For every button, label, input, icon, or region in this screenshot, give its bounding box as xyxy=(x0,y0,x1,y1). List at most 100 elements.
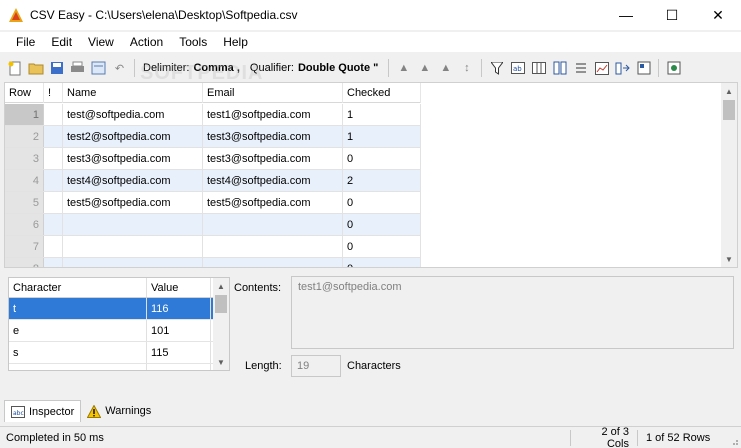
tab-inspector[interactable]: abc Inspector xyxy=(4,400,82,422)
name-cell[interactable]: test3@softpedia.com xyxy=(63,148,203,170)
header-email[interactable]: Email xyxy=(203,83,343,103)
split-column-icon[interactable] xyxy=(551,60,568,77)
table-row[interactable]: 8 0 xyxy=(5,258,722,267)
print-preview-icon[interactable] xyxy=(90,60,107,77)
row-number[interactable]: 7 xyxy=(5,236,44,257)
header-warning[interactable]: ! xyxy=(44,83,63,103)
email-cell[interactable]: test3@softpedia.com xyxy=(203,126,343,148)
grid-scrollbar[interactable]: ▲ ▼ xyxy=(721,83,737,267)
row-number[interactable]: 6 xyxy=(5,214,44,235)
row-number[interactable]: 1 xyxy=(5,104,44,125)
scroll-up-icon[interactable]: ▲ xyxy=(721,83,737,99)
table-row[interactable]: 2 test2@softpedia.com test3@softpedia.co… xyxy=(5,126,722,148)
email-cell[interactable] xyxy=(203,214,343,236)
warning-cell[interactable] xyxy=(44,236,63,258)
email-cell[interactable]: test3@softpedia.com xyxy=(203,148,343,170)
warning-cell[interactable] xyxy=(44,170,63,192)
row-number[interactable]: 3 xyxy=(5,148,44,169)
header-checked[interactable]: Checked xyxy=(343,83,421,103)
columns-icon[interactable] xyxy=(530,60,547,77)
warning-cell[interactable] xyxy=(44,148,63,170)
print-icon[interactable] xyxy=(69,60,86,77)
resize-grip-icon[interactable] xyxy=(729,436,739,446)
close-button[interactable]: ✕ xyxy=(695,0,741,30)
table-row[interactable]: 5 test5@softpedia.com test5@softpedia.co… xyxy=(5,192,722,214)
scroll-thumb[interactable] xyxy=(215,295,227,313)
email-cell[interactable]: test5@softpedia.com xyxy=(203,192,343,214)
list-item[interactable]: s 115 xyxy=(9,342,229,364)
email-cell[interactable] xyxy=(203,236,343,258)
tab-warnings[interactable]: Warnings xyxy=(81,400,157,422)
save-icon[interactable] xyxy=(48,60,65,77)
filter-icon[interactable] xyxy=(488,60,505,77)
row-number[interactable]: 8 xyxy=(5,258,44,267)
replace-icon[interactable]: ab xyxy=(509,60,526,77)
table-row[interactable]: 7 0 xyxy=(5,236,722,258)
length-field[interactable]: 19 xyxy=(291,355,341,377)
checked-cell[interactable]: 0 xyxy=(343,258,421,267)
menu-edit[interactable]: Edit xyxy=(43,32,80,52)
header-name[interactable]: Name xyxy=(63,83,203,103)
warning-cell[interactable] xyxy=(44,214,63,236)
email-cell[interactable] xyxy=(203,258,343,267)
menu-help[interactable]: Help xyxy=(215,32,256,52)
open-folder-icon[interactable] xyxy=(27,60,44,77)
data-grid[interactable]: Row ! Name Email Checked 1 test@softpedi… xyxy=(4,82,738,268)
contents-field[interactable]: test1@softpedia.com xyxy=(291,276,734,349)
menu-action[interactable]: Action xyxy=(122,32,171,52)
checked-cell[interactable]: 0 xyxy=(343,236,421,258)
checked-cell[interactable]: 0 xyxy=(343,148,421,170)
list-item[interactable]: t 116 xyxy=(9,298,229,320)
checked-cell[interactable]: 1 xyxy=(343,104,421,126)
scroll-thumb[interactable] xyxy=(723,100,735,120)
list-item[interactable]: e 101 xyxy=(9,320,229,342)
character-table-scrollbar[interactable]: ▲ ▼ xyxy=(213,278,229,370)
warning-cell[interactable] xyxy=(44,126,63,148)
checked-cell[interactable]: 2 xyxy=(343,170,421,192)
table-row[interactable]: 4 test4@softpedia.com test4@softpedia.co… xyxy=(5,170,722,192)
checked-cell[interactable]: 1 xyxy=(343,126,421,148)
minimize-button[interactable]: — xyxy=(603,0,649,30)
chart-icon[interactable] xyxy=(593,60,610,77)
row-number[interactable]: 4 xyxy=(5,170,44,191)
name-cell[interactable]: test2@softpedia.com xyxy=(63,126,203,148)
scroll-down-icon[interactable]: ▼ xyxy=(213,354,229,370)
delimiter-value[interactable]: Comma , xyxy=(193,62,239,74)
row-number[interactable]: 2 xyxy=(5,126,44,147)
name-cell[interactable]: test@softpedia.com xyxy=(63,104,203,126)
new-file-icon[interactable] xyxy=(6,60,23,77)
table-row[interactable]: 3 test3@softpedia.com test3@softpedia.co… xyxy=(5,148,722,170)
menu-tools[interactable]: Tools xyxy=(171,32,215,52)
checked-cell[interactable]: 0 xyxy=(343,214,421,236)
name-cell[interactable] xyxy=(63,236,203,258)
warning-cell[interactable] xyxy=(44,104,63,126)
maximize-button[interactable]: ☐ xyxy=(649,0,695,30)
merge-icon[interactable] xyxy=(614,60,631,77)
warning-cell[interactable] xyxy=(44,192,63,214)
table-row[interactable]: 6 0 xyxy=(5,214,722,236)
name-cell[interactable]: test4@softpedia.com xyxy=(63,170,203,192)
scroll-down-icon[interactable]: ▼ xyxy=(721,251,737,267)
header-value[interactable]: Value xyxy=(147,278,211,297)
sort-multi-icon[interactable]: ▲ xyxy=(437,60,454,77)
email-cell[interactable]: test1@softpedia.com xyxy=(203,104,343,126)
qualifier-value[interactable]: Double Quote " xyxy=(298,62,378,74)
header-row[interactable]: Row xyxy=(5,83,44,103)
header-character[interactable]: Character xyxy=(9,278,147,297)
menu-file[interactable]: File xyxy=(0,32,43,52)
sort-columns-icon[interactable]: ↕ xyxy=(458,60,475,77)
settings-icon[interactable] xyxy=(665,60,682,77)
row-number[interactable]: 5 xyxy=(5,192,44,213)
sort-asc-icon[interactable]: ▲ xyxy=(395,60,412,77)
name-cell[interactable] xyxy=(63,214,203,236)
table-row[interactable]: 1 test@softpedia.com test1@softpedia.com… xyxy=(5,104,722,126)
name-cell[interactable] xyxy=(63,258,203,267)
export-icon[interactable] xyxy=(635,60,652,77)
list-icon[interactable] xyxy=(572,60,589,77)
scroll-up-icon[interactable]: ▲ xyxy=(213,278,229,294)
checked-cell[interactable]: 0 xyxy=(343,192,421,214)
email-cell[interactable]: test4@softpedia.com xyxy=(203,170,343,192)
undo-icon[interactable]: ↶ xyxy=(111,60,128,77)
menu-view[interactable]: View xyxy=(80,32,122,52)
warning-cell[interactable] xyxy=(44,258,63,267)
